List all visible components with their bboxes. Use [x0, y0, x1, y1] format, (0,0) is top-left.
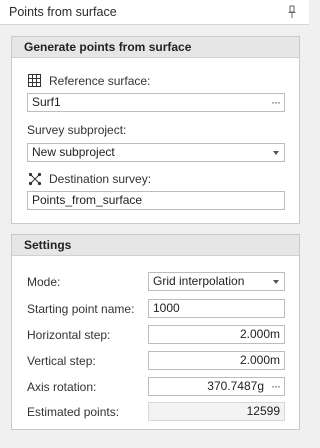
starting-point-name-field[interactable]: 1000 [148, 299, 285, 318]
horizontal-step-label: Horizontal step: [27, 328, 111, 342]
panel-header: Points from surface [0, 0, 309, 25]
mode-value: Grid interpolation [153, 274, 245, 288]
settings-group: Settings Mode: Grid interpolation Starti… [11, 234, 300, 430]
vertical-step-field[interactable]: 2.000m [148, 351, 285, 370]
vertical-step-label: Vertical step: [27, 354, 96, 368]
starting-point-name-value: 1000 [153, 301, 180, 315]
settings-group-header: Settings [12, 235, 299, 256]
browse-dots-icon[interactable]: ··· [271, 378, 281, 395]
estimated-points-value: 12599 [246, 404, 280, 418]
chevron-down-icon[interactable] [273, 280, 279, 284]
axis-rotation-value: 370.7487g [207, 379, 264, 393]
survey-points-icon [28, 172, 42, 186]
estimated-points-label: Estimated points: [27, 405, 120, 419]
generate-points-group: Generate points from surface Reference s… [11, 36, 300, 224]
browse-dots-icon[interactable]: ··· [271, 94, 281, 111]
axis-rotation-label: Axis rotation: [27, 380, 97, 394]
panel-title: Points from surface [9, 5, 117, 19]
chevron-down-icon[interactable] [273, 151, 279, 155]
reference-surface-value: Surf1 [32, 95, 61, 109]
reference-surface-field[interactable]: Surf1 ··· [27, 93, 285, 112]
grid-icon [28, 74, 41, 87]
survey-subproject-select[interactable]: New subproject [27, 143, 285, 162]
vertical-step-value: 2.000m [239, 353, 280, 367]
pin-icon[interactable] [287, 5, 297, 19]
destination-survey-value: Points_from_surface [32, 193, 143, 207]
estimated-points-field: 12599 [148, 402, 285, 421]
destination-survey-field[interactable]: Points_from_surface [27, 191, 285, 210]
horizontal-step-value: 2.000m [239, 327, 280, 341]
starting-point-name-label: Starting point name: [27, 302, 135, 316]
destination-survey-label: Destination survey: [49, 172, 152, 186]
mode-label: Mode: [27, 275, 61, 289]
horizontal-step-field[interactable]: 2.000m [148, 325, 285, 344]
survey-subproject-value: New subproject [32, 145, 115, 159]
axis-rotation-field[interactable]: 370.7487g ··· [148, 377, 285, 396]
reference-surface-label: Reference surface: [49, 74, 151, 88]
survey-subproject-label: Survey subproject: [27, 123, 127, 137]
mode-select[interactable]: Grid interpolation [148, 272, 285, 291]
generate-points-group-header: Generate points from surface [12, 37, 299, 58]
